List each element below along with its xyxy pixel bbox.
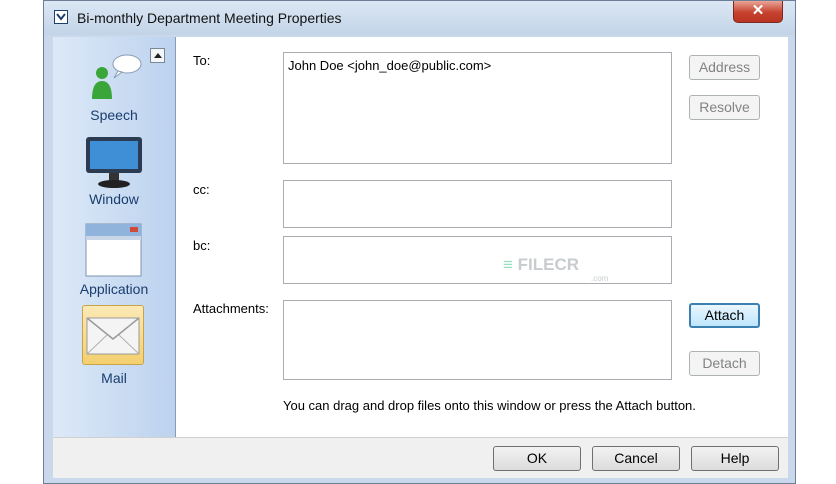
sidebar-label-window: Window <box>89 191 139 207</box>
application-icon <box>85 223 142 277</box>
to-label: To: <box>193 53 211 68</box>
watermark-sub: .com <box>591 274 609 283</box>
speech-icon <box>92 54 142 99</box>
cc-label: cc: <box>193 182 210 197</box>
mail-properties-panel: To: John Doe <john_doe@public.com> Addre… <box>176 37 788 437</box>
mail-icon <box>86 317 140 355</box>
to-field[interactable]: John Doe <john_doe@public.com> <box>283 52 672 164</box>
cc-field[interactable] <box>283 180 672 228</box>
watermark-logo-icon: ≡ <box>503 255 518 274</box>
title-bar[interactable]: Bi-monthly Department Meeting Properties… <box>44 1 795 35</box>
ok-button[interactable]: OK <box>493 446 581 471</box>
detach-button[interactable]: Detach <box>689 351 760 376</box>
properties-dialog: Bi-monthly Department Meeting Properties… <box>43 0 796 484</box>
sidebar-item-application[interactable]: Application <box>53 220 175 300</box>
filecr-watermark: ≡ FILECR .com <box>503 255 608 283</box>
drag-drop-hint: You can drag and drop files onto this wi… <box>283 398 696 413</box>
sidebar-label-speech: Speech <box>90 107 138 123</box>
sidebar-label-application: Application <box>79 281 149 297</box>
attachments-label: Attachments: <box>193 301 269 316</box>
cancel-button[interactable]: Cancel <box>592 446 680 471</box>
address-button[interactable]: Address <box>689 55 760 80</box>
sidebar-item-mail[interactable]: Mail <box>53 305 175 387</box>
attachments-list[interactable] <box>283 300 672 380</box>
monitor-icon <box>86 137 142 188</box>
close-button[interactable]: ✕ <box>733 1 783 23</box>
checkbox-app-icon <box>54 10 68 24</box>
category-sidebar: Speech Window Application Mail <box>53 37 176 437</box>
dialog-client-area: Speech Window Application Mail To: John … <box>53 37 788 478</box>
bc-label: bc: <box>193 238 211 253</box>
window-title: Bi-monthly Department Meeting Properties <box>77 10 342 26</box>
watermark-text: FILECR <box>517 255 580 274</box>
resolve-button[interactable]: Resolve <box>689 95 760 120</box>
sidebar-item-window[interactable]: Window <box>53 133 175 213</box>
attach-button[interactable]: Attach <box>689 303 760 328</box>
sidebar-label-mail: Mail <box>101 370 127 386</box>
to-field-value: John Doe <john_doe@public.com> <box>288 58 492 73</box>
help-button[interactable]: Help <box>691 446 779 471</box>
bc-field[interactable] <box>283 236 672 284</box>
sidebar-item-speech[interactable]: Speech <box>53 49 175 127</box>
dialog-footer: OK Cancel Help <box>53 437 788 478</box>
